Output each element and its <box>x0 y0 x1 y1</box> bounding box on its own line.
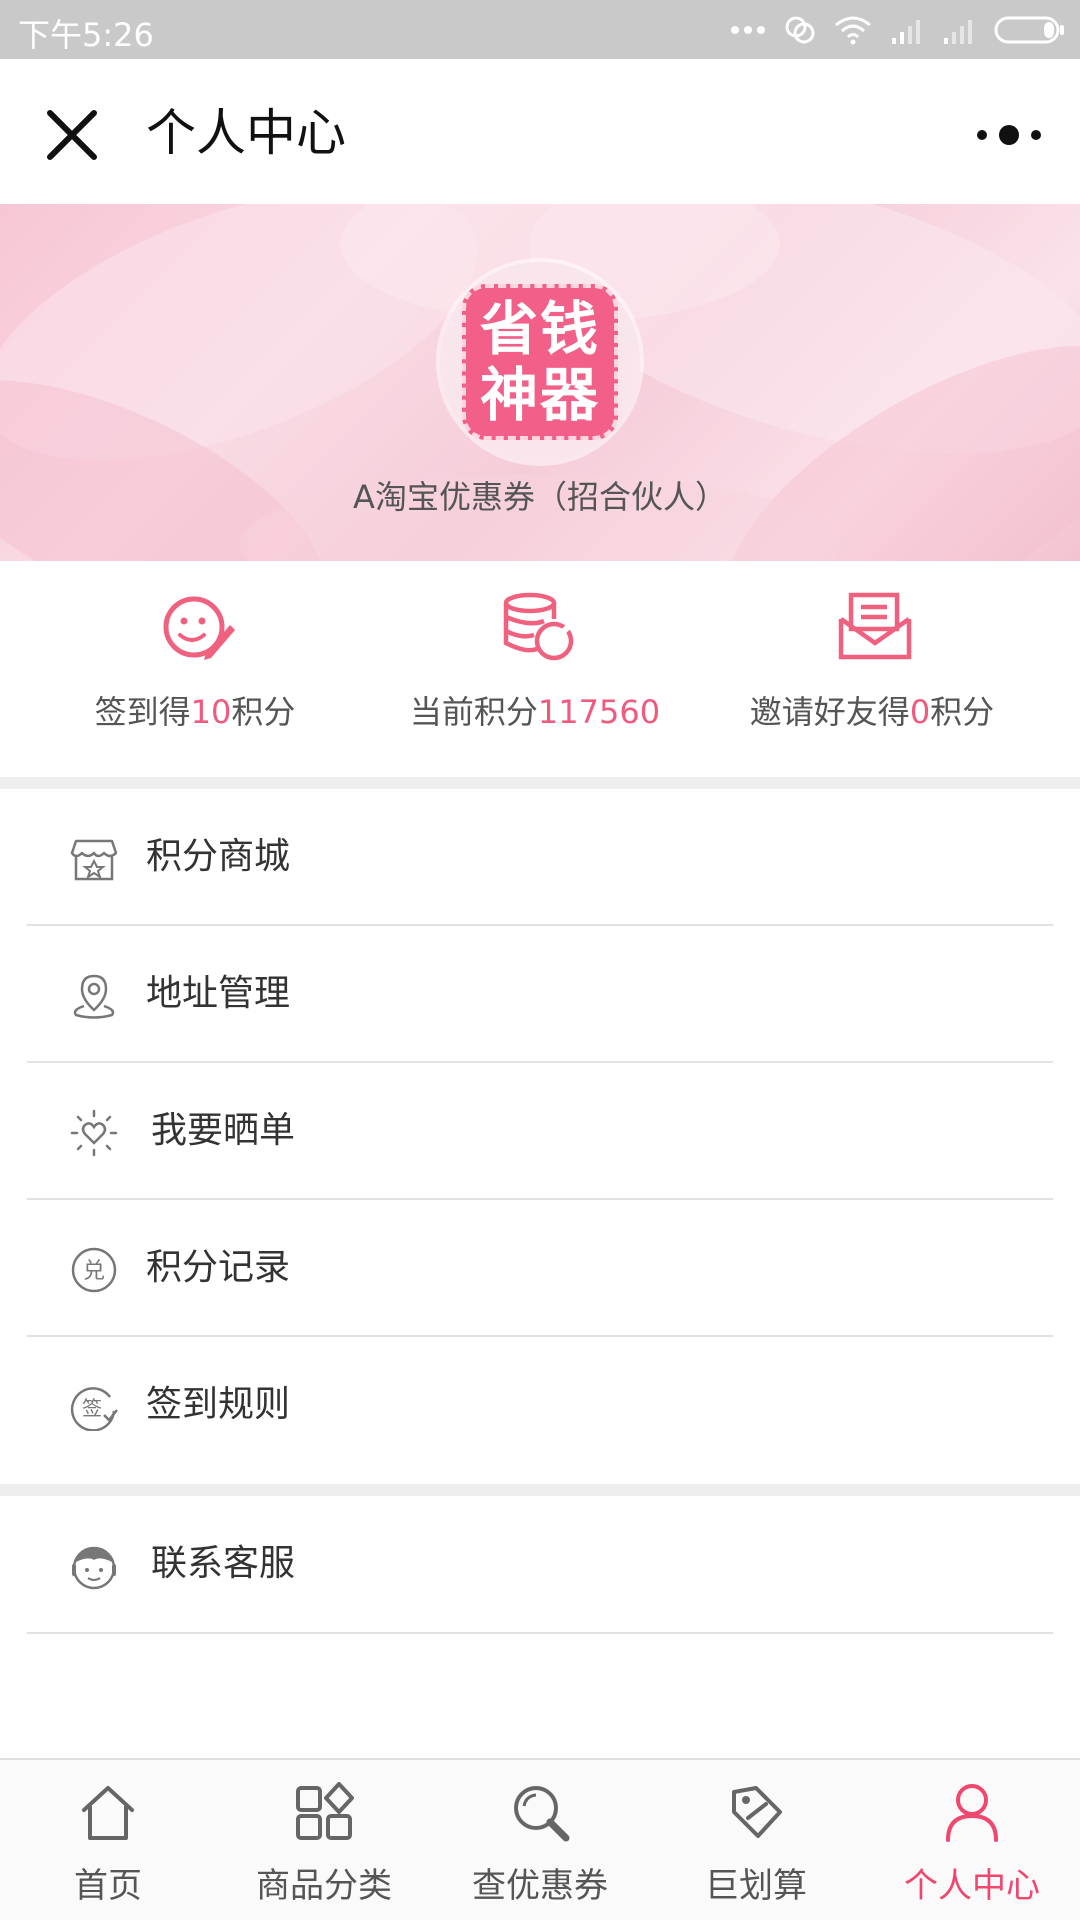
user-icon <box>946 1784 998 1842</box>
signal-icon-2 <box>944 20 972 44</box>
tab-coupon-search[interactable]: 查优惠券 <box>432 1760 648 1920</box>
sign-in-stat[interactable]: 签到得10积分 <box>15 561 375 777</box>
smiley-pen-icon <box>163 596 235 660</box>
store-icon <box>70 839 118 881</box>
current-points-stat[interactable]: 当前积分117560 <box>355 561 715 777</box>
sign-in-stat-label: 签到得10积分 <box>94 693 296 731</box>
menu-label: 我要晒单 <box>151 1110 296 1151</box>
logo-text-line2: 神器 <box>479 361 600 429</box>
tab-label: 个人中心 <box>904 1866 1040 1906</box>
tab-home[interactable]: 首页 <box>0 1760 216 1920</box>
status-bar: 下午5:26 <box>0 0 1080 59</box>
stats-row: 签到得10积分 当前积分117560 邀请好友得0积分 <box>0 561 1080 777</box>
search-icon <box>514 1786 570 1842</box>
tab-personal-center[interactable]: 个人中心 <box>864 1760 1080 1920</box>
section-divider <box>0 777 1080 789</box>
tab-label: 首页 <box>74 1866 142 1906</box>
menu-label: 签到规则 <box>146 1384 291 1425</box>
sign-badge-icon: 签 <box>70 1387 118 1431</box>
tab-label: 巨划算 <box>705 1866 807 1906</box>
status-icons <box>730 12 1066 48</box>
more-options-icon[interactable] <box>974 113 1044 157</box>
exchange-badge-icon: 兑 <box>71 1247 117 1293</box>
shop-logo: 省钱 神器 <box>462 284 618 440</box>
current-points-label: 当前积分117560 <box>409 693 661 731</box>
tab-label: 查优惠券 <box>472 1866 608 1906</box>
tab-label: 商品分类 <box>256 1866 392 1906</box>
heart-sun-icon <box>70 1109 118 1157</box>
envelope-icon <box>838 592 912 660</box>
bottom-tab-bar: 首页 商品分类 查优惠券 巨划算 个人中心 <box>0 1758 1080 1920</box>
menu-item-share-order[interactable]: 我要晒单 <box>0 1063 1080 1200</box>
shop-name: A淘宝优惠券（招合伙人） <box>353 478 727 516</box>
shop-avatar: 省钱 神器 <box>440 262 640 462</box>
coins-icon <box>503 592 574 661</box>
menu-item-address[interactable]: 地址管理 <box>0 926 1080 1063</box>
title-bar: 个人中心 <box>0 59 1080 204</box>
menu-item-sign-rules[interactable]: 签 签到规则 <box>0 1337 1080 1474</box>
current-points-value: 117560 <box>537 693 661 731</box>
section-divider <box>0 1484 1080 1496</box>
menu-item-points-record[interactable]: 兑 积分记录 <box>0 1200 1080 1337</box>
logo-text-line1: 省钱 <box>479 295 600 363</box>
customer-service-icon <box>72 1546 116 1590</box>
menu-item-points-mall[interactable]: 积分商城 <box>0 789 1080 926</box>
menu-label: 地址管理 <box>146 973 291 1014</box>
status-time: 下午5:26 <box>18 16 154 54</box>
location-pin-icon <box>73 974 115 1019</box>
invite-stat-label: 邀请好友得0积分 <box>749 693 995 731</box>
home-icon <box>82 1786 134 1840</box>
category-icon <box>296 1782 354 1840</box>
tab-great-deal[interactable]: 巨划算 <box>648 1760 864 1920</box>
profile-banner: 省钱 神器 A淘宝优惠券（招合伙人） <box>0 204 1080 561</box>
invite-stat[interactable]: 邀请好友得0积分 <box>692 561 1052 777</box>
wifi-icon <box>835 16 871 45</box>
close-icon[interactable] <box>40 103 104 167</box>
svg-text:签: 签 <box>82 1396 102 1420</box>
menu-item-customer-service[interactable]: 联系客服 <box>0 1496 1080 1634</box>
menu-separator <box>27 1632 1053 1634</box>
svg-text:兑: 兑 <box>83 1259 105 1284</box>
page-title: 个人中心 <box>146 104 346 162</box>
link-icon <box>785 16 815 44</box>
invite-points: 0 <box>909 693 931 731</box>
sign-in-points: 10 <box>190 693 232 731</box>
menu-label: 积分记录 <box>146 1247 291 1288</box>
menu-label: 联系客服 <box>151 1543 296 1584</box>
signal-icon-1 <box>892 20 920 44</box>
tag-icon <box>732 1786 782 1838</box>
tab-category[interactable]: 商品分类 <box>216 1760 432 1920</box>
menu-label: 积分商城 <box>146 836 291 877</box>
battery-icon <box>994 16 1064 44</box>
more-dots-icon <box>731 26 765 34</box>
